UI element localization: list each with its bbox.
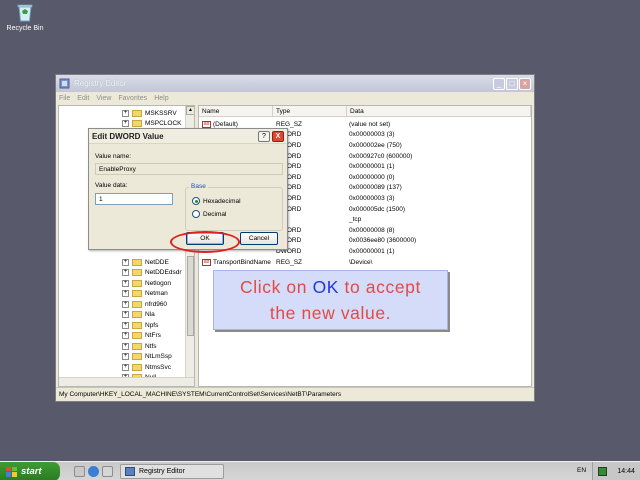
menu-favorites[interactable]: Favorites: [118, 95, 147, 102]
string-value-icon: ab: [202, 258, 211, 266]
menu-file[interactable]: File: [59, 95, 70, 102]
column-name[interactable]: Name: [199, 106, 273, 116]
start-button[interactable]: start: [0, 462, 60, 480]
scroll-thumb[interactable]: [187, 256, 194, 336]
help-button[interactable]: ?: [258, 130, 270, 142]
folder-icon: [132, 332, 142, 339]
value-data-label: Value data:: [95, 182, 128, 189]
window-titlebar[interactable]: Registry Editor _ □ ×: [56, 75, 534, 92]
folder-icon: [132, 300, 142, 308]
highlight-ring: [170, 231, 240, 253]
tree-item[interactable]: + MSPCLOCK: [122, 118, 181, 128]
folder-icon: [132, 258, 142, 266]
registry-icon: [125, 467, 135, 476]
registry-icon: [59, 78, 70, 89]
hexadecimal-radio[interactable]: Hexadecimal: [192, 197, 241, 205]
dialog-title: Edit DWORD Value: [92, 131, 164, 141]
callout-line-2: the new value.: [269, 303, 392, 323]
clock[interactable]: 14:44: [617, 468, 635, 475]
folder-icon: [132, 109, 142, 117]
column-type[interactable]: Type: [273, 106, 347, 116]
cancel-button[interactable]: Cancel: [240, 232, 278, 245]
expand-icon[interactable]: +: [122, 109, 129, 117]
taskbar: start Registry Editor EN 14:44: [0, 461, 640, 480]
expand-icon[interactable]: +: [122, 258, 129, 266]
value-name-field: EnableProxy: [95, 163, 283, 175]
scroll-up-icon[interactable]: ▲: [186, 106, 194, 115]
expand-icon[interactable]: +: [122, 321, 129, 329]
expand-icon[interactable]: +: [122, 300, 129, 308]
tree-item[interactable]: + Npfs: [122, 320, 158, 330]
system-tray: 14:44: [592, 462, 640, 480]
instruction-callout: Click on OK to accept the new value.: [213, 270, 448, 330]
value-name-label: Value name:: [95, 153, 132, 160]
folder-icon: [132, 311, 142, 318]
tree-item[interactable]: + Ntfs: [122, 341, 157, 351]
folder-icon: [132, 342, 142, 350]
expand-icon[interactable]: +: [122, 119, 129, 127]
callout-line-1: Click on OK to accept: [240, 277, 421, 297]
expand-icon[interactable]: +: [122, 332, 129, 339]
folder-icon: [132, 321, 142, 329]
radio-selected-icon: [192, 197, 200, 205]
folder-icon: [132, 353, 142, 360]
tree-item[interactable]: + NtFrs: [122, 331, 161, 341]
network-icon[interactable]: [598, 467, 608, 476]
menu-view[interactable]: View: [96, 95, 111, 102]
column-data[interactable]: Data: [347, 106, 531, 116]
tree-item[interactable]: + NtmsSvc: [122, 362, 171, 372]
expand-icon[interactable]: +: [122, 269, 129, 276]
maximize-button[interactable]: □: [506, 77, 518, 90]
string-value-icon: ab: [202, 120, 211, 128]
value-row[interactable]: ab TransportBindName REG_SZ \Device\: [199, 257, 531, 268]
internet-explorer-icon[interactable]: [88, 466, 99, 477]
language-indicator[interactable]: EN: [577, 467, 586, 474]
expand-icon[interactable]: +: [122, 342, 129, 350]
tree-item[interactable]: + Nla: [122, 310, 155, 320]
menu-edit[interactable]: Edit: [77, 95, 89, 102]
tree-item[interactable]: + NetDDEdsdr: [122, 268, 181, 278]
tree-item[interactable]: + nfrd960: [122, 299, 167, 309]
recycle-bin-label: Recycle Bin: [6, 25, 44, 32]
tree-item[interactable]: + Netman: [122, 289, 168, 299]
tree-item[interactable]: + MSKSSRV: [122, 108, 177, 118]
expand-icon[interactable]: +: [122, 290, 129, 297]
value-data-input[interactable]: 1: [95, 193, 173, 205]
folder-icon: [132, 119, 142, 127]
tree-item[interactable]: + NetDDE: [122, 257, 169, 267]
tree-item[interactable]: + NtLmSsp: [122, 352, 172, 362]
base-legend: Base: [189, 183, 208, 190]
window-title: Registry Editor: [74, 79, 127, 88]
folder-icon: [132, 279, 142, 287]
edit-dword-dialog: Edit DWORD Value ? X Value name: EnableP…: [88, 128, 288, 253]
expand-icon[interactable]: +: [122, 353, 129, 360]
recycle-bin-icon: [16, 2, 34, 22]
folder-icon: [132, 363, 142, 371]
expand-icon[interactable]: +: [122, 363, 129, 371]
tree-horizontal-scrollbar[interactable]: [59, 377, 194, 386]
taskbar-item-registry-editor[interactable]: Registry Editor: [120, 464, 224, 479]
folder-icon: [132, 269, 142, 276]
list-header: Name Type Data: [199, 106, 531, 117]
media-player-icon[interactable]: [102, 466, 113, 477]
decimal-radio[interactable]: Decimal: [192, 210, 226, 218]
show-desktop-icon[interactable]: [74, 466, 85, 477]
minimize-button[interactable]: _: [493, 77, 505, 90]
expand-icon[interactable]: +: [122, 279, 129, 287]
dialog-close-button[interactable]: X: [272, 130, 284, 142]
windows-logo-icon: [6, 466, 17, 477]
menu-help[interactable]: Help: [154, 95, 168, 102]
recycle-bin[interactable]: Recycle Bin: [4, 2, 46, 32]
base-group: Base Hexadecimal Decimal: [185, 183, 283, 231]
close-button[interactable]: ×: [519, 77, 531, 90]
folder-icon: [132, 290, 142, 297]
status-bar: My Computer\HKEY_LOCAL_MACHINE\SYSTEM\Cu…: [56, 387, 534, 401]
menubar: File Edit View Favorites Help: [56, 92, 534, 104]
dialog-titlebar[interactable]: Edit DWORD Value ? X: [89, 129, 287, 144]
expand-icon[interactable]: +: [122, 311, 129, 318]
tree-item[interactable]: + Netlogon: [122, 278, 171, 288]
radio-unselected-icon: [192, 210, 200, 218]
